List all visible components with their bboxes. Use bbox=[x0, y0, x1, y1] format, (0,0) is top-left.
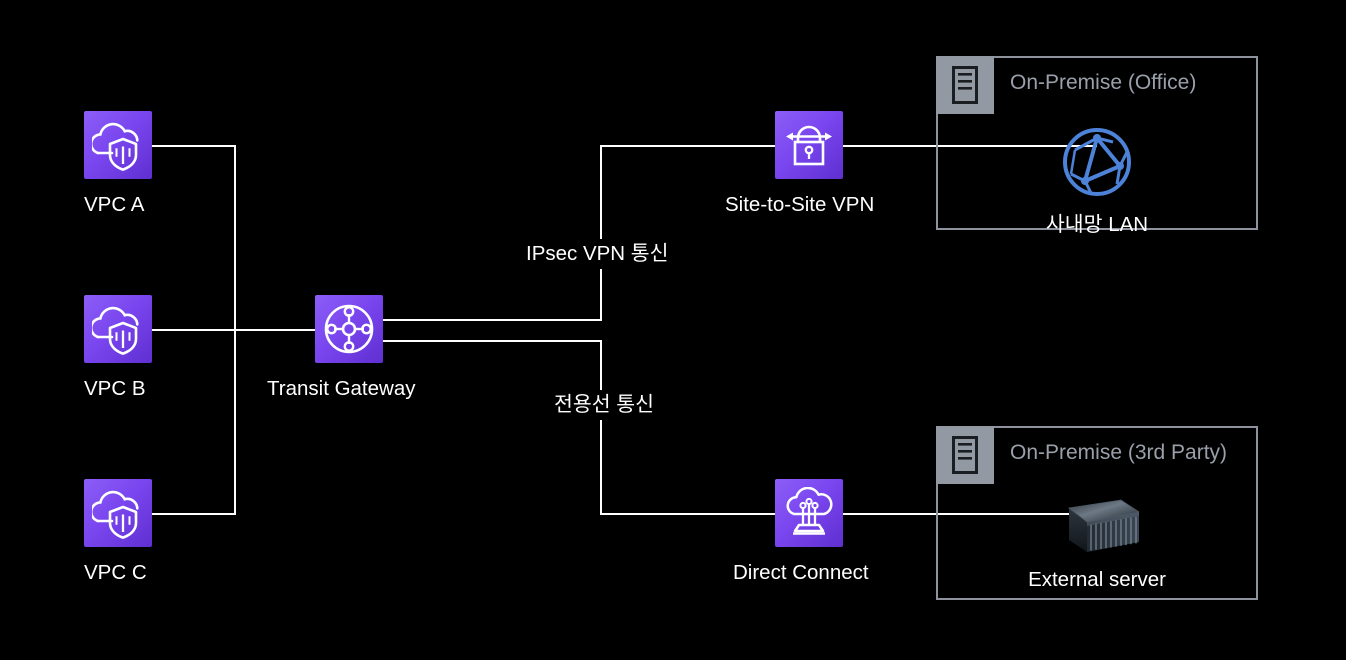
node-transit-gateway[interactable]: Transit Gateway bbox=[267, 295, 416, 401]
server-rack-icon bbox=[952, 436, 978, 474]
node-label-vpc-c: VPC C bbox=[84, 561, 147, 584]
link-label-ipsec-vpn: IPsec VPN 통신 bbox=[518, 239, 677, 269]
network-globe-asset bbox=[1061, 126, 1133, 203]
group-caption-office: 사내망 LAN bbox=[1045, 213, 1149, 236]
server-rack-icon bbox=[952, 66, 978, 104]
link-label-direct-line: 전용선 통신 bbox=[546, 390, 662, 420]
node-label-transit-gateway: Transit Gateway bbox=[267, 377, 416, 400]
group-title-office: On-Premise (Office) bbox=[1010, 71, 1197, 94]
node-label-direct-connect: Direct Connect bbox=[733, 561, 869, 584]
aws-direct-connect-icon bbox=[775, 479, 843, 547]
node-label-site-to-site-vpn: Site-to-Site VPN bbox=[725, 193, 875, 216]
node-vpc-b[interactable]: VPC B bbox=[84, 295, 152, 401]
node-vpc-a[interactable]: VPC A bbox=[84, 111, 152, 217]
node-label-vpc-a: VPC A bbox=[84, 193, 145, 216]
rack-server-image bbox=[1068, 499, 1141, 552]
link-tgw-to-vpn-v bbox=[600, 145, 602, 321]
node-vpc-c[interactable]: VPC C bbox=[84, 479, 152, 585]
aws-site-to-site-vpn-icon bbox=[775, 111, 843, 179]
group-on-premise-third-party: On-Premise (3rd Party) External server bbox=[936, 426, 1258, 600]
diagram-canvas: On-Premise (Office) 사내망 LAN On-Premise (… bbox=[0, 0, 1346, 660]
network-globe-icon bbox=[1063, 128, 1131, 196]
group-caption-third-party: External server bbox=[1028, 568, 1166, 591]
link-vpc-b-to-tgw bbox=[152, 329, 318, 331]
link-tgw-to-vpn-h2 bbox=[600, 145, 776, 147]
aws-vpc-icon bbox=[84, 111, 152, 179]
group-tab-office bbox=[936, 56, 994, 114]
group-on-premise-office: On-Premise (Office) 사내망 LAN bbox=[936, 56, 1258, 236]
rack-server-asset bbox=[1055, 496, 1141, 558]
group-title-third-party: On-Premise (3rd Party) bbox=[1010, 441, 1228, 464]
node-site-to-site-vpn[interactable]: Site-to-Site VPN bbox=[725, 111, 874, 217]
node-direct-connect[interactable]: Direct Connect bbox=[733, 479, 869, 585]
link-vpc-c-horizontal bbox=[152, 513, 236, 515]
aws-transit-gateway-icon bbox=[315, 295, 383, 363]
aws-vpc-icon bbox=[84, 479, 152, 547]
node-label-vpc-b: VPC B bbox=[84, 377, 146, 400]
link-vpc-a-horizontal bbox=[152, 145, 236, 147]
group-tab-third-party bbox=[936, 426, 994, 484]
link-tgw-to-dx-h2 bbox=[600, 513, 776, 515]
link-tgw-to-dx-v bbox=[600, 340, 602, 515]
aws-vpc-icon bbox=[84, 295, 152, 363]
